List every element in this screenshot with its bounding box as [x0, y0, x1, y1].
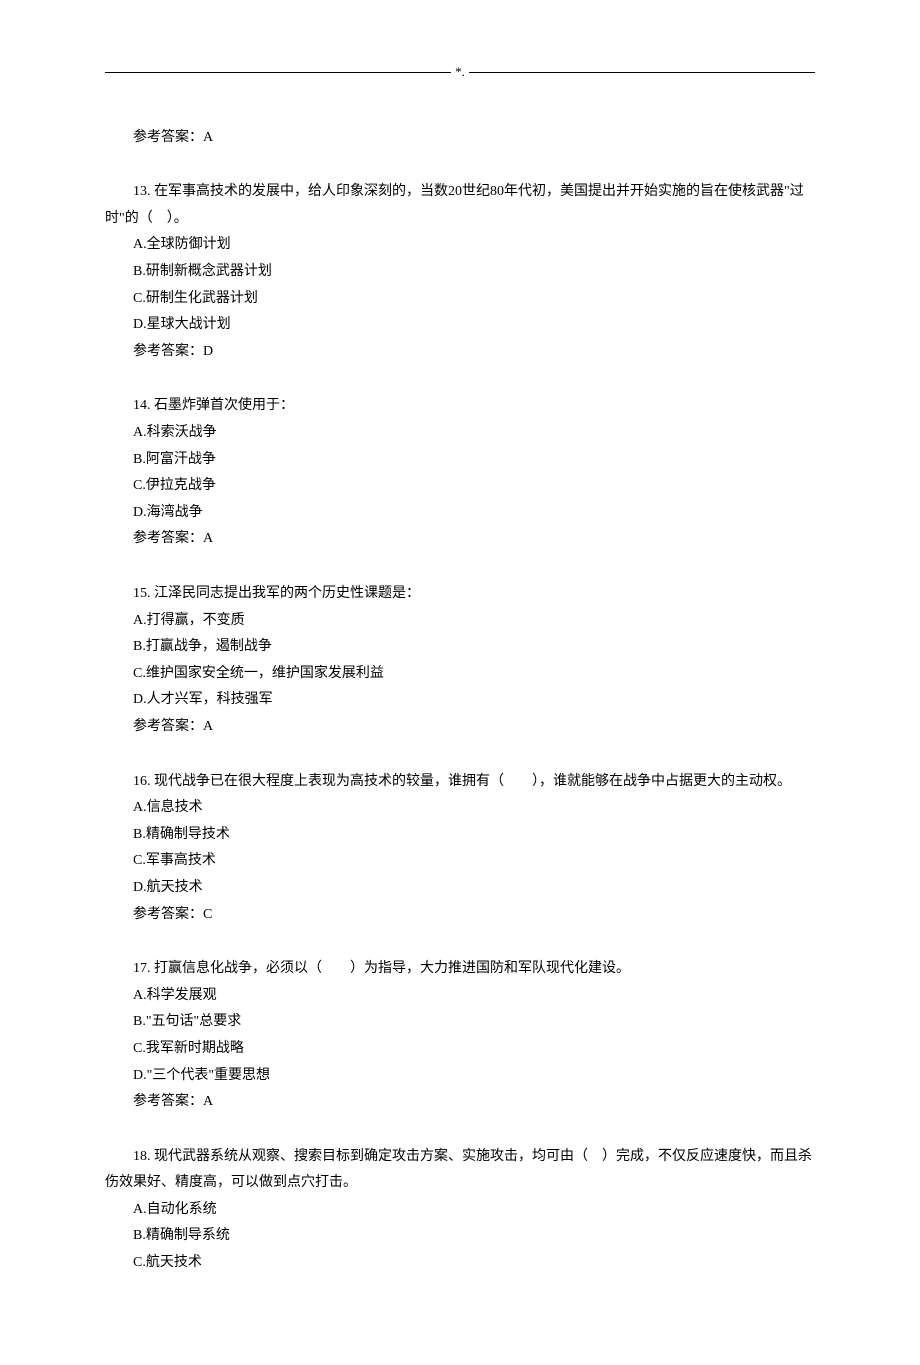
option-c: C.我军新时期战略 [105, 1036, 815, 1063]
question-stem: 16. 现代战争已在很大程度上表现为高技术的较量，谁拥有（ ），谁就能够在战争中… [105, 769, 815, 796]
page-header: *. [105, 60, 815, 85]
question-16: 16. 现代战争已在很大程度上表现为高技术的较量，谁拥有（ ），谁就能够在战争中… [105, 769, 815, 929]
answer-value: A [203, 130, 213, 145]
option-a: A.打得赢，不变质 [105, 608, 815, 635]
question-stem: 14. 石墨炸弹首次使用于： [105, 393, 815, 420]
answer-prefix: 参考答案： [133, 531, 203, 546]
answer-line: 参考答案：A [105, 526, 815, 553]
answer-line: 参考答案：A [105, 1089, 815, 1116]
option-c: C.维护国家安全统一，维护国家发展利益 [105, 661, 815, 688]
option-c: C.伊拉克战争 [105, 473, 815, 500]
answer-prefix: 参考答案： [133, 719, 203, 734]
question-stem: 15. 江泽民同志提出我军的两个历史性课题是： [105, 581, 815, 608]
question-stem: 13. 在军事高技术的发展中，给人印象深刻的，当数20世纪80年代初，美国提出并… [105, 179, 815, 232]
question-14: 14. 石墨炸弹首次使用于： A.科索沃战争 B.阿富汗战争 C.伊拉克战争 D… [105, 393, 815, 553]
question-12-answer-block: 参考答案：A [105, 125, 815, 152]
answer-value: A [203, 531, 213, 546]
option-a: A.科学发展观 [105, 983, 815, 1010]
question-stem: 18. 现代武器系统从观察、搜索目标到确定攻击方案、实施攻击，均可由（ ）完成，… [105, 1144, 815, 1197]
header-rule-left [105, 72, 451, 74]
option-b: B."五句话"总要求 [105, 1009, 815, 1036]
option-c: C.军事高技术 [105, 848, 815, 875]
option-b: B.研制新概念武器计划 [105, 259, 815, 286]
option-c: C.航天技术 [105, 1250, 815, 1277]
option-a: A.信息技术 [105, 795, 815, 822]
option-d: D."三个代表"重要思想 [105, 1063, 815, 1090]
answer-prefix: 参考答案： [133, 1094, 203, 1109]
option-a: A.全球防御计划 [105, 232, 815, 259]
document-page: *. 参考答案：A 13. 在军事高技术的发展中，给人印象深刻的，当数20世纪8… [0, 0, 920, 1365]
answer-value: D [203, 344, 213, 359]
option-a: A.科索沃战争 [105, 420, 815, 447]
option-d: D.人才兴军，科技强军 [105, 687, 815, 714]
answer-value: A [203, 1094, 213, 1109]
option-b: B.精确制导技术 [105, 822, 815, 849]
option-d: D.航天技术 [105, 875, 815, 902]
answer-prefix: 参考答案： [133, 130, 203, 145]
question-15: 15. 江泽民同志提出我军的两个历史性课题是： A.打得赢，不变质 B.打赢战争… [105, 581, 815, 741]
option-a: A.自动化系统 [105, 1197, 815, 1224]
question-17: 17. 打赢信息化战争，必须以（ ）为指导，大力推进国防和军队现代化建设。 A.… [105, 956, 815, 1116]
answer-value: C [203, 907, 212, 922]
question-stem-text: 18. 现代武器系统从观察、搜索目标到确定攻击方案、实施攻击，均可由（ ）完成，… [105, 1149, 812, 1191]
question-13: 13. 在军事高技术的发展中，给人印象深刻的，当数20世纪80年代初，美国提出并… [105, 179, 815, 365]
answer-prefix: 参考答案： [133, 344, 203, 359]
option-c: C.研制生化武器计划 [105, 286, 815, 313]
question-stem-text: 13. 在军事高技术的发展中，给人印象深刻的，当数20世纪80年代初，美国提出并… [105, 184, 804, 226]
option-b: B.阿富汗战争 [105, 447, 815, 474]
question-stem-text: 16. 现代战争已在很大程度上表现为高技术的较量，谁拥有（ ），谁就能够在战争中… [133, 774, 791, 789]
answer-line: 参考答案：A [105, 714, 815, 741]
answer-prefix: 参考答案： [133, 907, 203, 922]
header-rule-right [469, 72, 815, 74]
header-mark: *. [451, 60, 469, 85]
answer-value: A [203, 719, 213, 734]
option-d: D.海湾战争 [105, 500, 815, 527]
question-18: 18. 现代武器系统从观察、搜索目标到确定攻击方案、实施攻击，均可由（ ）完成，… [105, 1144, 815, 1277]
option-b: B.精确制导系统 [105, 1223, 815, 1250]
option-d: D.星球大战计划 [105, 312, 815, 339]
option-b: B.打赢战争，遏制战争 [105, 634, 815, 661]
question-stem: 17. 打赢信息化战争，必须以（ ）为指导，大力推进国防和军队现代化建设。 [105, 956, 815, 983]
answer-line: 参考答案：C [105, 902, 815, 929]
answer-line: 参考答案：A [105, 125, 815, 152]
answer-line: 参考答案：D [105, 339, 815, 366]
